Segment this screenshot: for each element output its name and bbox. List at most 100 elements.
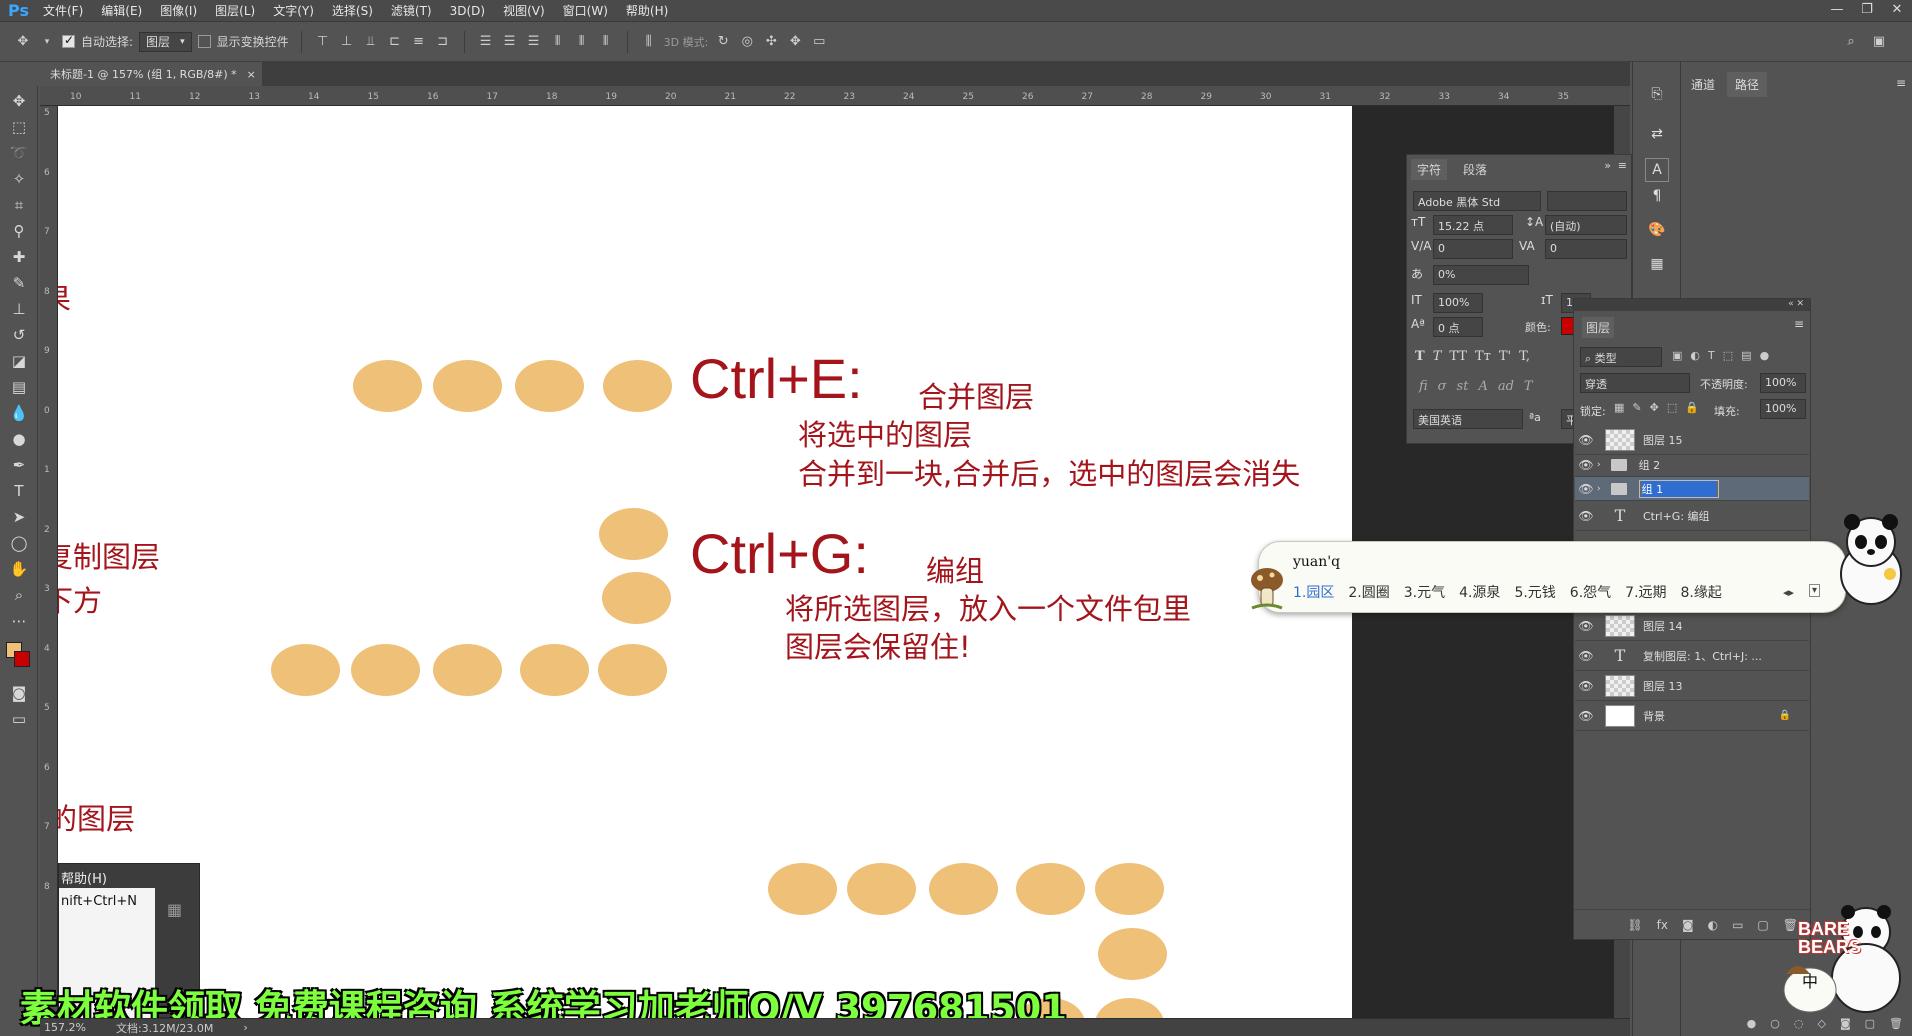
distribute-hcenter-icon[interactable]: ⫴ xyxy=(573,33,591,51)
titling-button[interactable]: T xyxy=(1524,379,1533,394)
filter-shape-icon[interactable]: ⬚ xyxy=(1723,349,1733,362)
roll-3d-icon[interactable]: ◎ xyxy=(738,33,756,51)
filter-adjustment-icon[interactable]: ◐ xyxy=(1690,349,1700,362)
link-icon[interactable]: ⛓ xyxy=(1627,918,1642,932)
auto-select-checkbox[interactable] xyxy=(62,33,75,48)
menu-select[interactable]: 选择(S) xyxy=(323,2,382,19)
eye-icon[interactable]: 👁 xyxy=(1575,509,1597,523)
faux-italic-button[interactable]: T xyxy=(1433,349,1442,364)
close-tab-icon[interactable]: × xyxy=(247,68,256,81)
subscript-button[interactable]: T, xyxy=(1519,349,1530,364)
eye-icon[interactable]: 👁 xyxy=(1575,433,1597,447)
help-menu-label[interactable]: 帮助(H) xyxy=(59,864,199,891)
layer-filter-select[interactable]: ⌕ 类型 xyxy=(1580,347,1662,367)
eye-icon[interactable]: 👁 xyxy=(1575,458,1597,472)
slide-3d-icon[interactable]: ✥ xyxy=(786,33,804,51)
font-size-field[interactable]: 15.22 点 xyxy=(1433,215,1513,235)
quick-mask-icon[interactable]: ◙ xyxy=(7,682,31,704)
ellipse-tool-icon[interactable]: ◯ xyxy=(7,532,31,554)
language-select[interactable]: 美国英语 xyxy=(1413,409,1523,429)
restore-button[interactable]: ❐ xyxy=(1852,0,1882,22)
ime-candidate[interactable]: 7.远期 xyxy=(1625,582,1666,602)
zoom-level[interactable]: 157.2% xyxy=(44,1021,86,1034)
new-path-icon[interactable]: ▢ xyxy=(1865,1017,1875,1030)
swatches-panel-icon[interactable]: 🎨 xyxy=(1645,218,1669,242)
opacity-field[interactable]: 100% xyxy=(1760,373,1806,393)
panel-menu-icon[interactable]: ≡ xyxy=(1618,159,1627,172)
lock-transparent-icon[interactable]: ▦ xyxy=(1614,401,1624,414)
mask-icon[interactable]: ◙ xyxy=(1682,918,1694,932)
eye-icon[interactable]: 👁 xyxy=(1575,709,1597,723)
vertical-scale-field[interactable]: 100% xyxy=(1433,293,1483,313)
align-left-icon[interactable]: ⊏ xyxy=(386,33,404,51)
menu-file[interactable]: 文件(F) xyxy=(34,2,92,19)
eye-icon[interactable]: 👁 xyxy=(1575,482,1597,496)
ime-candidate[interactable]: 1.园区 xyxy=(1293,582,1334,602)
trash-icon[interactable]: 🗑 xyxy=(1889,1017,1903,1030)
chevron-down-icon[interactable]: ▾ xyxy=(1809,584,1821,597)
distribute-vcenter-icon[interactable]: ☰ xyxy=(501,33,519,51)
lock-all-icon[interactable]: 🔒 xyxy=(1685,401,1699,414)
chevron-right-icon[interactable]: › xyxy=(1597,460,1601,470)
layer-name-edit[interactable]: 组 1 xyxy=(1638,479,1719,498)
marquee-tool-icon[interactable]: ⬚ xyxy=(7,116,31,138)
crop-tool-icon[interactable]: ⌗ xyxy=(7,194,31,216)
type-tool-icon[interactable]: T xyxy=(7,480,31,502)
adjustment-icon[interactable]: ◐ xyxy=(1708,918,1718,932)
eye-icon[interactable]: 👁 xyxy=(1575,649,1597,663)
auto-select-dropdown[interactable]: 图层 ▾ xyxy=(139,31,192,52)
leading-field[interactable]: (自动) xyxy=(1545,215,1627,235)
gradient-tool-icon[interactable]: ▤ xyxy=(7,376,31,398)
properties-panel-icon[interactable]: ⇄ xyxy=(1645,122,1669,146)
new-layer-icon[interactable]: ▢ xyxy=(1757,918,1768,932)
mask-icon[interactable]: ◙ xyxy=(1840,1017,1851,1030)
font-style-select[interactable] xyxy=(1547,191,1627,211)
circle-icon[interactable]: ● xyxy=(1747,1017,1757,1030)
align-bottom-icon[interactable]: ⫫ xyxy=(362,33,380,51)
align-vcenter-icon[interactable]: ⊥ xyxy=(338,33,356,51)
eyedropper-icon[interactable]: ⚲ xyxy=(7,220,31,242)
lasso-tool-icon[interactable]: ➰ xyxy=(7,142,31,164)
filter-type-icon[interactable]: T xyxy=(1708,349,1715,362)
menu-window[interactable]: 窗口(W) xyxy=(554,2,617,19)
align-top-icon[interactable]: ⊤ xyxy=(314,33,332,51)
brush-tool-icon[interactable]: ✎ xyxy=(7,272,31,294)
layer-row[interactable]: 👁 T 复制图层: 1、Ctrl+J: ... xyxy=(1575,641,1809,671)
history-brush-icon[interactable]: ↺ xyxy=(7,324,31,346)
kerning-field[interactable]: 0 xyxy=(1433,239,1513,259)
layer-row[interactable]: 👁 图层 15 xyxy=(1575,425,1809,455)
path-select-icon[interactable]: ➤ xyxy=(7,506,31,528)
grid-panel-icon[interactable]: ▦ xyxy=(1645,252,1669,276)
faux-bold-button[interactable]: T xyxy=(1415,349,1425,364)
align-hcenter-icon[interactable]: ≡ xyxy=(410,33,428,51)
move-tool-icon[interactable]: ✥ xyxy=(7,90,31,112)
more-tools-icon[interactable]: ⋯ xyxy=(7,610,31,632)
blend-mode-select[interactable]: 穿透 xyxy=(1580,373,1690,393)
minimize-button[interactable]: — xyxy=(1822,0,1852,22)
ligature-button[interactable]: fi xyxy=(1419,379,1428,394)
tsume-field[interactable]: 0% xyxy=(1433,265,1529,285)
page-arrows-icon[interactable]: ◂▸ xyxy=(1783,586,1794,599)
layers-title[interactable]: 图层 xyxy=(1582,317,1615,338)
distribute-top-icon[interactable]: ☰ xyxy=(477,33,495,51)
folder-icon[interactable]: ▭ xyxy=(1732,918,1743,932)
small-caps-button[interactable]: Tт xyxy=(1475,349,1491,364)
distribute-left-icon[interactable]: ⫴ xyxy=(549,33,567,51)
drag-3d-icon[interactable]: ✣ xyxy=(762,33,780,51)
distribute-right-icon[interactable]: ⫴ xyxy=(597,33,615,51)
chevron-right-icon[interactable]: › xyxy=(1597,484,1601,494)
font-family-select[interactable]: Adobe 黑体 Std xyxy=(1413,191,1541,211)
search-icon[interactable]: ⌕ xyxy=(1842,32,1860,50)
tab-paragraph[interactable]: 段落 xyxy=(1457,159,1493,180)
ime-candidate[interactable]: 2.圆圈 xyxy=(1348,582,1389,602)
tab-channels[interactable]: 通道 xyxy=(1683,72,1723,97)
history-panel-icon[interactable]: ⎘ xyxy=(1645,82,1669,106)
auto-align-icon[interactable]: ⫼ xyxy=(640,33,658,51)
baseline-field[interactable]: 0 点 xyxy=(1433,317,1483,337)
eye-icon[interactable]: 👁 xyxy=(1575,679,1597,693)
diamond-icon[interactable]: ◇ xyxy=(1817,1017,1825,1030)
chevron-down-icon[interactable]: ▾ xyxy=(38,33,56,51)
swash-button[interactable]: A xyxy=(1478,379,1487,394)
filter-smart-icon[interactable]: ▤ xyxy=(1741,349,1751,362)
document-tab[interactable]: 未标题-1 @ 157% (组 1, RGB/8#) * × xyxy=(40,62,262,86)
